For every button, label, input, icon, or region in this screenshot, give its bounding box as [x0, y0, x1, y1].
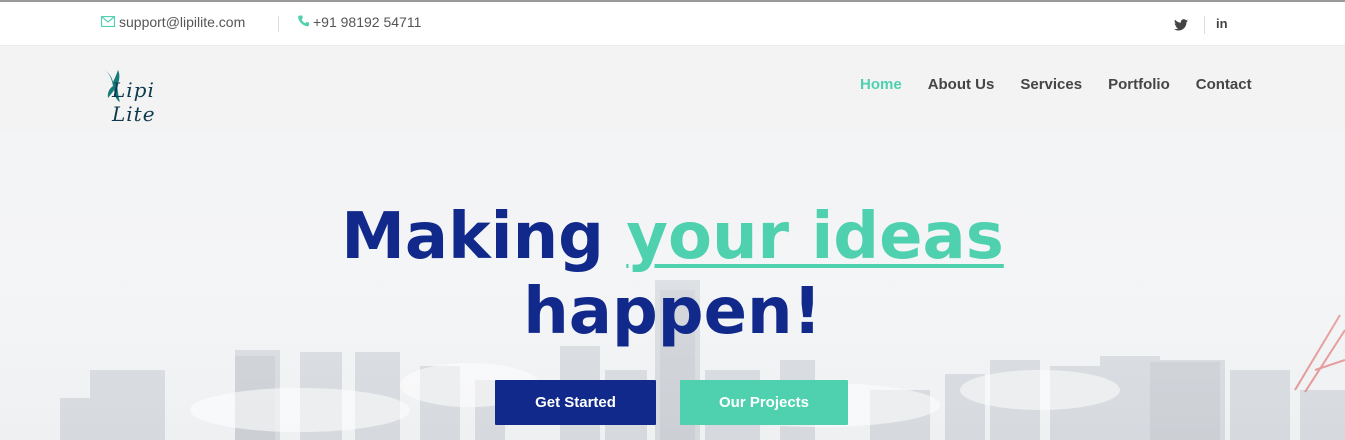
email-text: support@lipilite.com: [119, 14, 246, 30]
main-navbar: Lipi Lite Home About Us Services Portfol…: [0, 46, 1345, 130]
hero-headline-line2: happen!: [523, 275, 822, 349]
top-bar: support@lipilite.com +91 98192 54711 in: [0, 0, 1345, 46]
phone-text: +91 98192 54711: [313, 14, 422, 30]
our-projects-button[interactable]: Our Projects: [680, 380, 848, 425]
primary-nav: Home About Us Services Portfolio Contact: [860, 76, 1278, 93]
get-started-button[interactable]: Get Started: [495, 380, 656, 425]
twitter-icon[interactable]: [1174, 18, 1188, 31]
hero-section: Making your ideas happen! Get Started Ou…: [0, 130, 1345, 440]
nav-services[interactable]: Services: [1020, 76, 1082, 93]
envelope-icon: [100, 15, 116, 29]
nav-about-us[interactable]: About Us: [928, 76, 995, 93]
divider: [1204, 16, 1205, 34]
contact-phone[interactable]: +91 98192 54711: [298, 14, 421, 30]
contact-email[interactable]: support@lipilite.com: [100, 14, 246, 30]
logo-text: Lipi Lite: [112, 78, 156, 126]
divider: [278, 16, 279, 32]
site-logo[interactable]: Lipi Lite: [102, 66, 176, 126]
headline-prefix: Making: [341, 200, 604, 274]
phone-icon: [298, 15, 309, 29]
nav-portfolio[interactable]: Portfolio: [1108, 76, 1170, 93]
nav-home[interactable]: Home: [860, 76, 902, 93]
headline-accent: your ideas: [626, 200, 1004, 274]
hero-headline-line1: Making your ideas: [0, 205, 1345, 269]
nav-contact[interactable]: Contact: [1196, 76, 1252, 93]
linkedin-icon[interactable]: in: [1216, 16, 1228, 31]
